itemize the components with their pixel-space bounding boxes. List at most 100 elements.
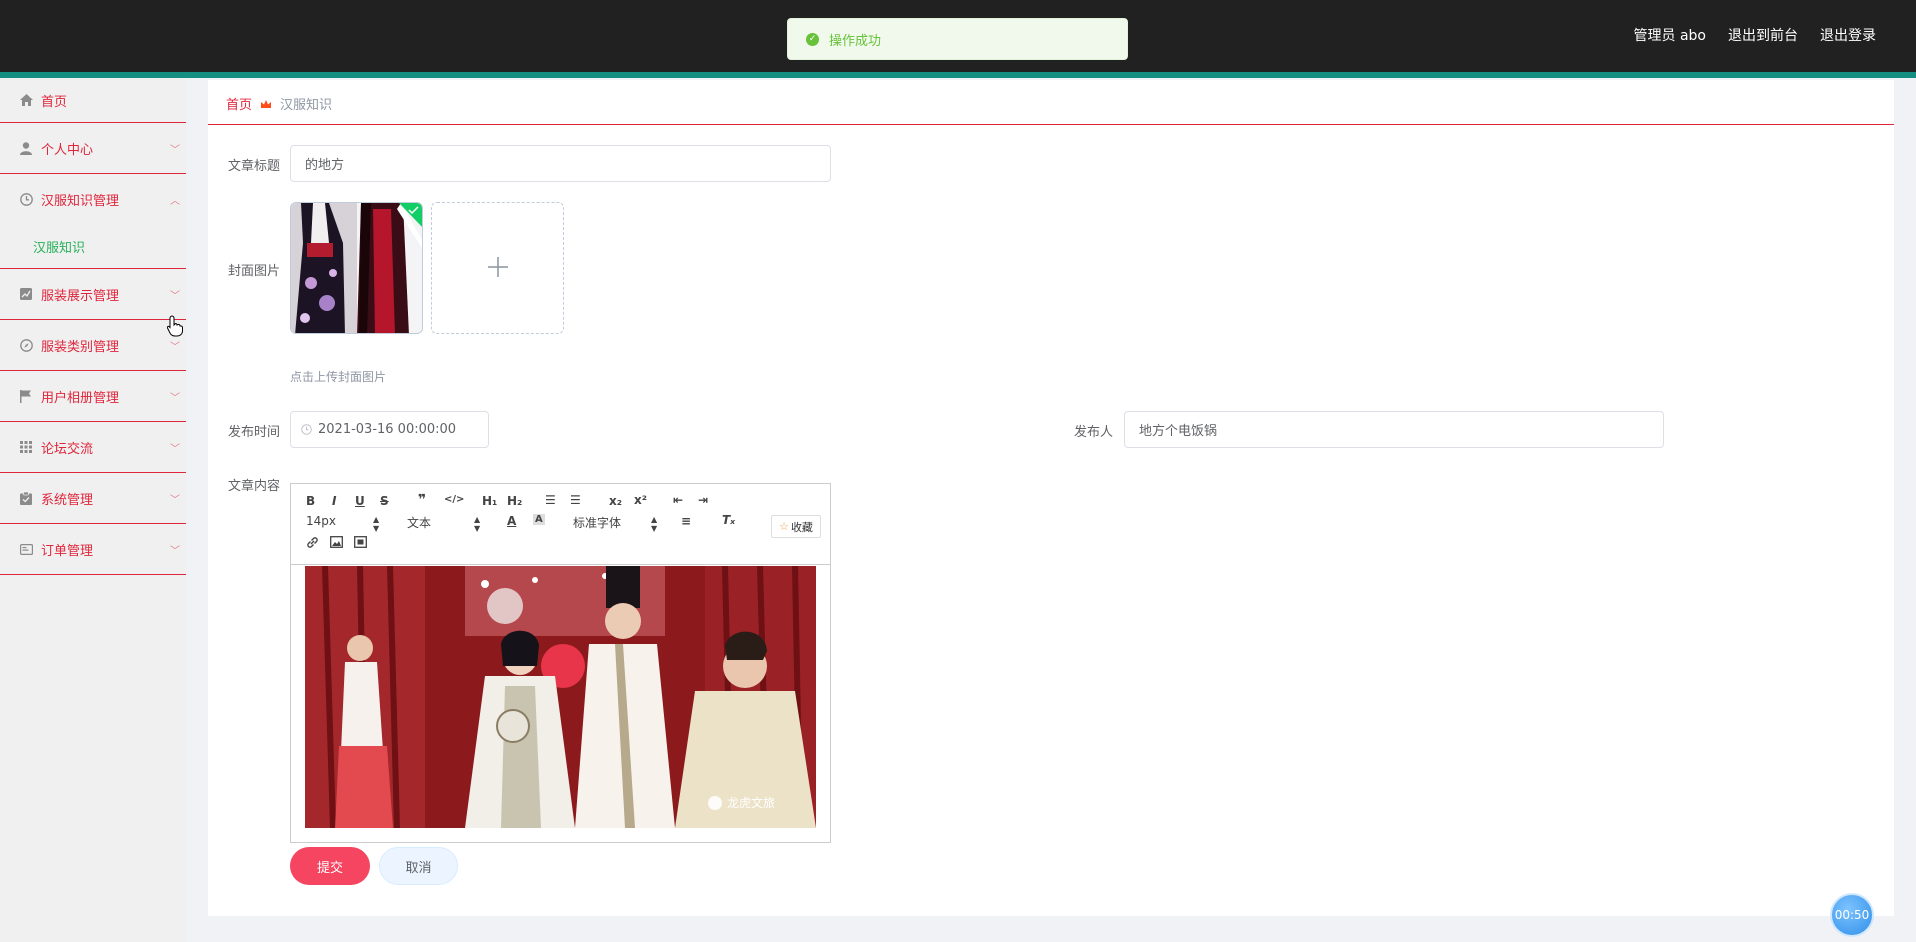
background-color-icon[interactable]: A <box>533 514 545 525</box>
chevron-down-icon: ﹀ <box>170 444 180 455</box>
sidebar-item-system[interactable]: 系统管理 ﹀ <box>0 473 186 524</box>
cancel-button[interactable]: 取消 <box>379 847 458 885</box>
sidebar-item-label: 论坛交流 <box>41 441 94 457</box>
hand-cursor-icon <box>166 315 183 341</box>
user-icon <box>19 141 33 155</box>
sidebar-item-label: 个人中心 <box>41 142 94 158</box>
outdent-icon[interactable]: ⇤ <box>673 493 683 507</box>
home-icon <box>19 93 33 107</box>
to-front-link[interactable]: 退出到前台 <box>1728 25 1798 45</box>
chevron-down-icon: ﹀ <box>170 393 180 404</box>
italic-icon[interactable]: I <box>332 494 336 508</box>
sidebar-item-label: 订单管理 <box>41 543 94 559</box>
crown-separator-icon <box>260 98 272 110</box>
clock-icon <box>301 424 312 435</box>
sidebar-item-label: 系统管理 <box>41 492 94 508</box>
sidebar-item-label: 服装类别管理 <box>41 339 120 355</box>
content-label: 文章内容 <box>228 479 281 494</box>
editor-toolbar: B I U S ❞ </> H₁ H₂ ☰ ☰ x₂ x² ⇤ ⇥ 14px ▲… <box>291 484 830 565</box>
chevron-down-icon: ﹀ <box>170 145 180 156</box>
title-input[interactable]: 的地方 <box>290 145 831 182</box>
grid-icon <box>19 440 33 454</box>
sidebar-item-label: 用户相册管理 <box>41 390 120 406</box>
superscript-icon[interactable]: x² <box>634 493 647 507</box>
rich-text-editor: B I U S ❞ </> H₁ H₂ ☰ ☰ x₂ x² ⇤ ⇥ 14px ▲… <box>290 483 831 843</box>
cover-thumbnail[interactable] <box>290 202 423 334</box>
sidebar-item-clothing-category[interactable]: 服装类别管理 ﹀ <box>0 320 186 371</box>
submit-button[interactable]: 提交 <box>290 847 370 885</box>
hanfu-cover-image <box>291 203 422 333</box>
h2-icon[interactable]: H₂ <box>507 494 522 508</box>
publish-time-value: 2021-03-16 00:00:00 <box>318 422 457 437</box>
publisher-input[interactable]: 地方个电饭锅 <box>1124 411 1664 448</box>
favorite-label: 收藏 <box>790 520 813 534</box>
clipboard-icon <box>19 491 33 505</box>
align-icon[interactable]: ≡ <box>681 514 691 528</box>
indent-icon[interactable]: ⇥ <box>698 493 708 507</box>
toast-message: 操作成功 <box>829 33 882 49</box>
underline-icon[interactable]: U <box>355 494 365 508</box>
ordered-list-icon[interactable]: ☰ <box>545 493 556 507</box>
h1-icon[interactable]: H₁ <box>482 494 497 508</box>
text-color-icon[interactable]: A <box>507 514 516 528</box>
logout-link[interactable]: 退出登录 <box>1820 25 1876 45</box>
check-circle-icon: ✓ <box>806 32 819 46</box>
breadcrumb-current: 汉服知识 <box>280 98 333 113</box>
sidebar-item-orders[interactable]: 订单管理 ﹀ <box>0 524 186 575</box>
sidebar-item-user-album[interactable]: 用户相册管理 ﹀ <box>0 371 186 422</box>
clock-icon <box>19 193 33 207</box>
breadcrumb-home[interactable]: 首页 <box>226 94 252 113</box>
select-arrows-icon: ▲ ▼ <box>474 515 481 533</box>
chevron-up-icon: ︿ <box>170 196 180 207</box>
chevron-down-icon: ﹀ <box>170 291 180 302</box>
publisher-label: 发布人 <box>1074 425 1114 440</box>
image-icon[interactable] <box>330 536 343 551</box>
font-family-select[interactable]: 标准字体 <box>573 514 621 531</box>
select-arrows-icon: ▲ ▼ <box>373 515 380 533</box>
cover-upload-tip: 点击上传封面图片 <box>290 370 387 384</box>
breadcrumb: 首页 汉服知识 <box>226 94 332 113</box>
title-value: 的地方 <box>305 158 345 173</box>
favorite-button[interactable]: ☆ 收藏 <box>771 515 821 538</box>
breadcrumb-divider <box>208 124 1894 125</box>
publish-time-label: 发布时间 <box>228 425 281 440</box>
chart-icon <box>19 287 33 301</box>
publish-time-picker[interactable]: 2021-03-16 00:00:00 <box>290 411 489 448</box>
user-label: 管理员 abo <box>1633 28 1706 44</box>
sidebar-item-label: 汉服知识管理 <box>41 194 120 209</box>
select-arrows-icon: ▲ ▼ <box>651 515 658 533</box>
blockquote-icon[interactable]: ❞ <box>418 492 426 508</box>
sidebar-subitem-hanfu[interactable]: 汉服知识 <box>0 225 186 269</box>
title-label: 文章标题 <box>228 159 281 174</box>
link-icon[interactable] <box>306 536 319 552</box>
star-icon: ☆ <box>779 520 789 533</box>
sidebar: 首页 个人中心 ﹀ 汉服知识管理 ︿ 汉服知识 服装展示管理 ﹀ 服装类别管理 … <box>0 78 186 942</box>
timer-badge[interactable]: 00:50 <box>1830 893 1874 937</box>
header-select[interactable]: 文本 <box>407 514 431 531</box>
card-icon <box>19 542 33 556</box>
success-toast: ✓ 操作成功 <box>787 18 1128 60</box>
cover-upload-button[interactable] <box>431 202 564 334</box>
bullet-list-icon[interactable]: ☰ <box>570 493 581 507</box>
sidebar-item-hanfu-knowledge[interactable]: 汉服知识管理 ︿ <box>0 174 186 225</box>
strike-icon[interactable]: S <box>380 494 389 508</box>
bold-icon[interactable]: B <box>306 494 315 508</box>
content-image: 龙虎文旅 <box>305 566 816 828</box>
sidebar-item-home[interactable]: 首页 <box>0 78 186 123</box>
main-content: 首页 汉服知识 文章标题 的地方 封面图片 点击上传封面图片 发布时间 2021… <box>208 80 1894 916</box>
clear-format-icon[interactable]: Tₓ <box>722 513 735 527</box>
chevron-down-icon: ﹀ <box>170 495 180 506</box>
sidebar-item-personal[interactable]: 个人中心 ﹀ <box>0 123 186 174</box>
compass-icon <box>19 338 33 352</box>
plus-icon <box>487 251 509 286</box>
cover-label: 封面图片 <box>228 264 281 279</box>
code-block-icon[interactable]: </> <box>444 494 464 505</box>
sidebar-item-clothing-display[interactable]: 服装展示管理 ﹀ <box>0 269 186 320</box>
font-size-select[interactable]: 14px <box>306 514 336 528</box>
sidebar-subitem-label: 汉服知识 <box>33 241 86 256</box>
video-icon[interactable] <box>354 536 367 551</box>
flag-icon <box>19 389 33 403</box>
sidebar-item-forum[interactable]: 论坛交流 ﹀ <box>0 422 186 473</box>
subscript-icon[interactable]: x₂ <box>609 494 622 508</box>
chevron-down-icon: ﹀ <box>170 546 180 557</box>
